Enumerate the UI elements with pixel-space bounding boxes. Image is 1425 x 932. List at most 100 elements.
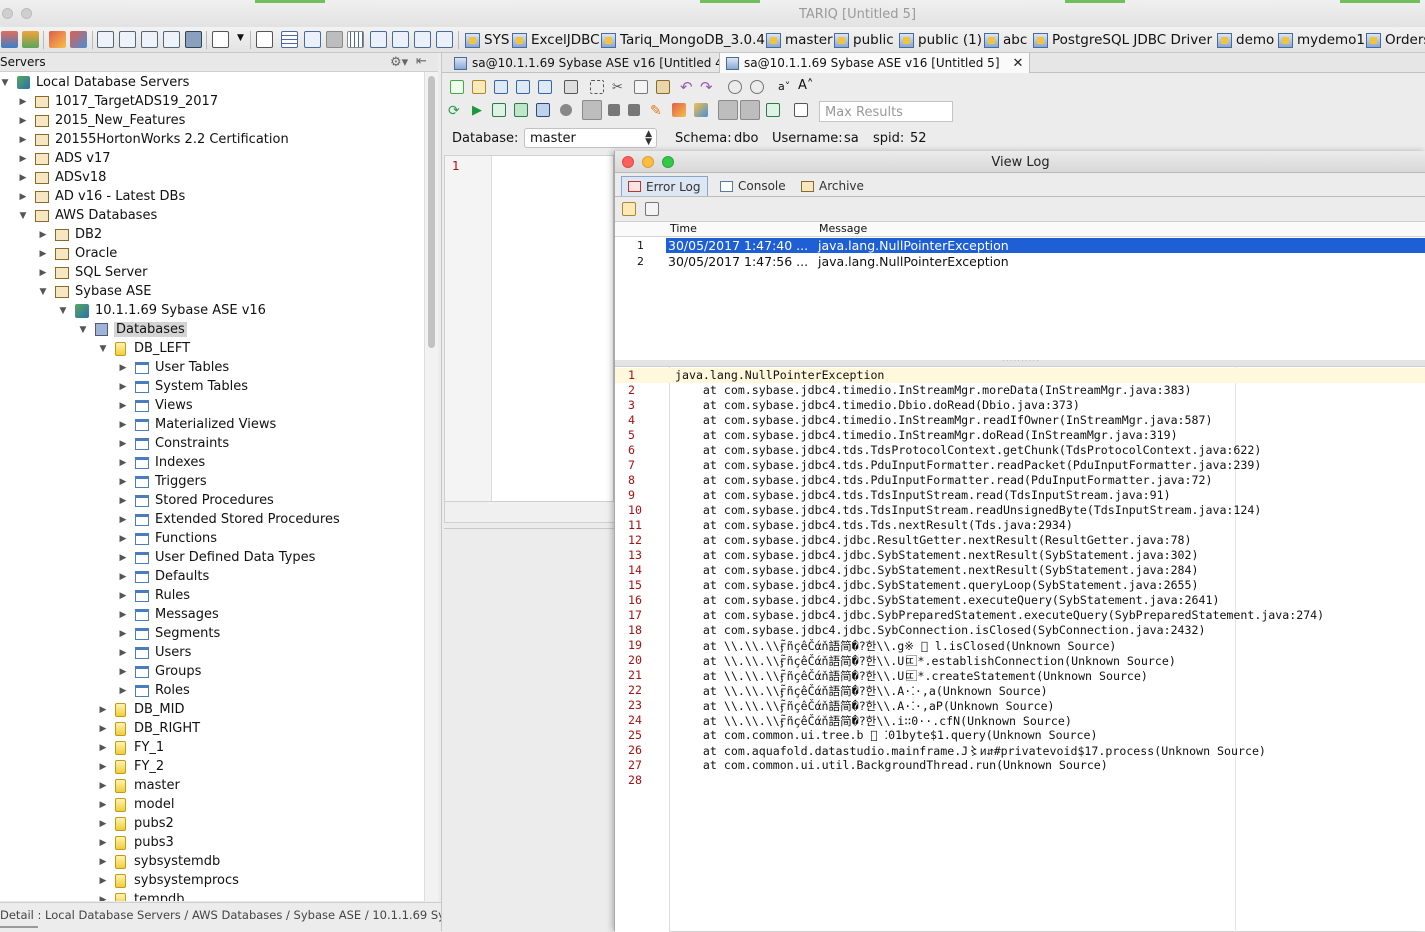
collapsed-arrow-icon[interactable]: ▶ [98, 800, 108, 810]
tree-node-folder[interactable]: ▶ ADSv18 [18, 168, 107, 187]
tab-error-log[interactable]: Error Log [621, 176, 708, 196]
table-row[interactable]: 1 30/05/2017 1:47:40 ... java.lang.NullP… [615, 237, 1425, 253]
results-text-icon[interactable] [766, 103, 780, 117]
column-header-time[interactable]: Time [670, 222, 697, 235]
shortcut-abc[interactable]: abc [984, 30, 1027, 50]
tree-scrollbar[interactable] [424, 72, 438, 901]
collapsed-arrow-icon[interactable]: ▶ [98, 838, 108, 848]
tree-node-folder[interactable]: ▶ ADS v17 [18, 149, 111, 168]
tree-node-databases[interactable]: ▼ Databases [78, 320, 187, 339]
commit-icon[interactable] [608, 104, 620, 116]
select-icon[interactable] [590, 80, 604, 94]
gear-icon[interactable]: ⚙▾ [390, 55, 408, 70]
tree-node-folder[interactable]: ▶ User Tables [118, 358, 230, 377]
collapsed-arrow-icon[interactable]: ▶ [98, 762, 108, 772]
tree-node-folder[interactable]: ▶ 20155HortonWorks 2.2 Certification [18, 130, 289, 149]
tab-archive[interactable]: Archive [795, 176, 870, 196]
collapsed-arrow-icon[interactable]: ▶ [118, 515, 128, 525]
execute-icon[interactable]: ▶ [472, 103, 486, 118]
clear-log-icon[interactable] [622, 202, 636, 216]
shortcut-demo[interactable]: demo [1217, 30, 1274, 50]
tree-node-database[interactable]: ▶ model [98, 795, 175, 814]
tree-node-folder[interactable]: ▶ Roles [118, 681, 190, 700]
collapsed-arrow-icon[interactable]: ▶ [118, 591, 128, 601]
chart-view-icon[interactable] [436, 31, 453, 48]
sql-editor[interactable]: 1 [444, 155, 615, 523]
tab-console[interactable]: Console [714, 176, 792, 196]
scrollbar-thumb[interactable] [428, 76, 435, 348]
shortcut-mydemo1[interactable]: mydemo1 [1278, 30, 1365, 50]
tree-node-folder[interactable]: ▼ AWS Databases [18, 206, 158, 225]
editor-horizontal-scrollbar[interactable] [445, 501, 615, 522]
rollback-icon[interactable] [628, 104, 640, 116]
collapsed-arrow-icon[interactable]: ▶ [38, 268, 48, 278]
collapsed-arrow-icon[interactable]: ▶ [98, 819, 108, 829]
tree-node-database[interactable]: ▶ pubs3 [98, 833, 174, 852]
collapsed-arrow-icon[interactable]: ▶ [118, 477, 128, 487]
results-grid-icon[interactable] [718, 100, 738, 120]
collapsed-arrow-icon[interactable]: ▶ [118, 629, 128, 639]
tree-node-database[interactable]: ▶ sybsystemprocs [98, 871, 239, 890]
collapsed-arrow-icon[interactable]: ▶ [118, 553, 128, 563]
tree-node-folder[interactable]: ▶ Extended Stored Procedures [118, 510, 340, 529]
shortcut-postgresql[interactable]: PostgreSQL JDBC Driver II [1033, 30, 1224, 50]
print-icon[interactable] [564, 80, 578, 94]
tree-node-folder[interactable]: ▶ DB2 [38, 225, 103, 244]
shortcut-sys[interactable]: SYS [465, 30, 509, 50]
font-decrease-icon[interactable]: a˅ [778, 80, 792, 94]
save-as-icon[interactable] [516, 80, 530, 94]
collapsed-arrow-icon[interactable]: ▶ [18, 97, 28, 107]
tree-node-folder[interactable]: ▶ Triggers [118, 472, 207, 491]
expanded-arrow-icon[interactable]: ▼ [78, 325, 88, 335]
tree-node-database[interactable]: ▶ FY_1 [98, 738, 165, 757]
collapsed-arrow-icon[interactable]: ▶ [118, 439, 128, 449]
close-window-button[interactable] [622, 156, 634, 168]
tree-node-folder[interactable]: ▶ 2015_New_Features [18, 111, 186, 130]
tree-node-folder[interactable]: ▶ Materialized Views [118, 415, 277, 434]
table-view-icon[interactable] [347, 31, 364, 48]
disconnect-icon[interactable] [22, 31, 39, 48]
shortcut-orders[interactable]: Orders [1366, 30, 1425, 50]
execute-to-file-icon[interactable] [536, 103, 550, 117]
tab-untitled-4[interactable]: sa@10.1.1.69 Sybase ASE v16 [Untitled 4] [448, 53, 734, 73]
collapse-panel-icon[interactable]: ⇤ [416, 54, 427, 69]
maximize-window-button[interactable] [662, 156, 674, 168]
tree-node-folder[interactable]: ▶ Groups [118, 662, 202, 681]
tree-node-folder[interactable]: ▶ System Tables [118, 377, 248, 396]
collapsed-arrow-icon[interactable]: ▶ [118, 496, 128, 506]
cut-icon[interactable]: ✂ [612, 80, 626, 95]
tree-node-folder[interactable]: ▶ 1017_TargetADS19_2017 [18, 92, 219, 111]
query-builder-icon[interactable] [163, 31, 180, 48]
collapsed-arrow-icon[interactable]: ▶ [38, 249, 48, 259]
results-split-icon[interactable] [740, 100, 760, 120]
execute-all-icon[interactable]: ⟳ [448, 103, 462, 119]
collapsed-arrow-icon[interactable]: ▶ [118, 363, 128, 373]
save-all-icon[interactable] [538, 80, 552, 94]
tree-node-folder[interactable]: ▶ SQL Server [38, 263, 148, 282]
collapsed-arrow-icon[interactable]: ▶ [98, 781, 108, 791]
collapsed-arrow-icon[interactable]: ▶ [118, 667, 128, 677]
collapsed-arrow-icon[interactable]: ▶ [98, 724, 108, 734]
column-header-message[interactable]: Message [819, 222, 867, 235]
connect-icon[interactable] [1, 31, 18, 48]
find-icon[interactable] [728, 80, 742, 94]
tree-node-folder[interactable]: ▶ Stored Procedures [118, 491, 274, 510]
expanded-arrow-icon[interactable]: ▼ [98, 344, 108, 354]
tree-node-folder[interactable]: ▶ Messages [118, 605, 219, 624]
tab-untitled-5[interactable]: sa@10.1.1.69 Sybase ASE v16 [Untitled 5]… [719, 53, 1031, 73]
tree-node-database[interactable]: ▶ DB_MID [98, 700, 185, 719]
collapsed-arrow-icon[interactable]: ▶ [18, 116, 28, 126]
tree-node-database[interactable]: ▶ FY_2 [98, 757, 165, 776]
tree-node-server[interactable]: ▼ 10.1.1.69 Sybase ASE v16 [58, 301, 266, 320]
layout-icon[interactable] [304, 31, 321, 48]
tree-node-folder[interactable]: ▶ Segments [118, 624, 221, 643]
form-view-icon[interactable] [414, 31, 431, 48]
execute-current-icon[interactable] [492, 103, 506, 117]
collapsed-arrow-icon[interactable]: ▶ [98, 857, 108, 867]
collapsed-arrow-icon[interactable]: ▶ [18, 173, 28, 183]
paste-icon[interactable] [656, 80, 670, 94]
collapsed-arrow-icon[interactable]: ▶ [118, 458, 128, 468]
expanded-arrow-icon[interactable]: ▼ [38, 287, 48, 297]
expanded-arrow-icon[interactable]: ▼ [58, 306, 68, 316]
grid-icon[interactable] [281, 31, 298, 48]
